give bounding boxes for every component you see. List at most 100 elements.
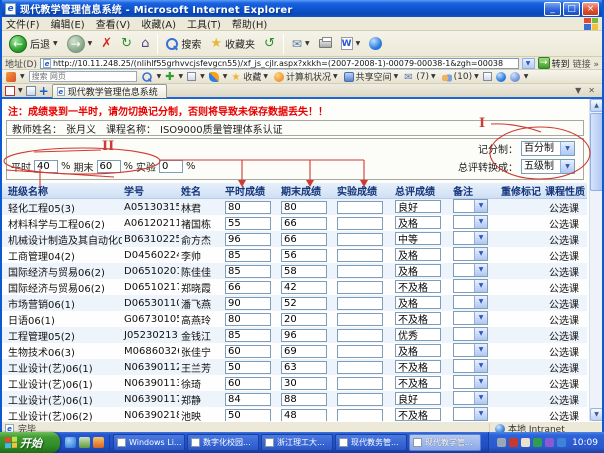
remark-select[interactable]: ▼: [453, 311, 488, 325]
exp-score-input[interactable]: [337, 329, 383, 342]
close-button[interactable]: ×: [582, 2, 599, 16]
final-score-input[interactable]: [281, 297, 327, 310]
back-button[interactable]: ← 后退 ▼: [6, 34, 61, 54]
overall-score-input[interactable]: [395, 312, 441, 325]
remark-select[interactable]: ▼: [453, 247, 488, 261]
overall-score-input[interactable]: [395, 216, 441, 229]
minimize-button[interactable]: _: [544, 2, 561, 16]
forward-button[interactable]: → ▼: [64, 34, 96, 54]
ie-icon[interactable]: [65, 437, 76, 448]
remark-select[interactable]: ▼: [453, 407, 488, 421]
usual-score-input[interactable]: [225, 217, 271, 230]
overall-score-input[interactable]: [395, 408, 441, 421]
overall-score-input[interactable]: [395, 248, 441, 261]
taskbar-task-button[interactable]: Windows Li...: [113, 434, 185, 451]
exp-score-input[interactable]: [337, 297, 383, 310]
overall-score-input[interactable]: [395, 392, 441, 405]
print-button[interactable]: [316, 38, 335, 49]
weight-input[interactable]: [159, 160, 183, 173]
home-button[interactable]: ⌂: [138, 35, 152, 52]
final-score-input[interactable]: [281, 233, 327, 246]
start-button[interactable]: 开始: [0, 432, 60, 453]
final-score-input[interactable]: [281, 345, 327, 358]
new-tab-button[interactable]: +: [39, 86, 49, 96]
exp-score-input[interactable]: [337, 361, 383, 374]
exp-score-input[interactable]: [337, 201, 383, 214]
weight-input[interactable]: [97, 160, 121, 173]
exp-score-input[interactable]: [337, 313, 383, 326]
remark-select[interactable]: ▼: [453, 359, 488, 373]
usual-score-input[interactable]: [225, 265, 271, 278]
vertical-scrollbar[interactable]: ▲ ▼: [589, 99, 602, 421]
favorites-button[interactable]: ★ 收藏夹: [207, 35, 258, 52]
tab-list-icon[interactable]: [26, 86, 36, 96]
quick-tabs-icon[interactable]: [5, 86, 15, 96]
close-tab-icon[interactable]: ✕: [588, 86, 595, 95]
live-toolbar-item[interactable]: (7) ▼: [404, 72, 435, 82]
volume-icon[interactable]: [521, 438, 530, 447]
form-fill-icon[interactable]: [187, 72, 196, 81]
refresh-button[interactable]: ↻: [118, 35, 135, 52]
exp-score-input[interactable]: [337, 345, 383, 358]
scroll-up-icon[interactable]: ▲: [590, 99, 602, 112]
final-score-input[interactable]: [281, 377, 327, 390]
antivirus-icon[interactable]: [533, 438, 542, 447]
final-score-input[interactable]: [281, 281, 327, 294]
menu-item[interactable]: 编辑(E): [51, 16, 85, 31]
usual-score-input[interactable]: [225, 313, 271, 326]
final-score-input[interactable]: [281, 217, 327, 230]
msn-butterfly-icon[interactable]: [209, 72, 219, 82]
convert-select[interactable]: 五级制 ▼: [521, 159, 575, 174]
live-toolbar-item[interactable]: 共享空间 ▼: [344, 70, 399, 83]
remark-select[interactable]: ▼: [453, 279, 488, 293]
menu-item[interactable]: 收藏(A): [141, 16, 176, 31]
exp-score-input[interactable]: [337, 393, 383, 406]
final-score-input[interactable]: [281, 313, 327, 326]
tab-active[interactable]: e 现代教学管理信息系统: [52, 84, 167, 98]
overall-score-input[interactable]: [395, 296, 441, 309]
taskbar-task-button[interactable]: 浙江理工大...: [261, 434, 333, 451]
final-score-input[interactable]: [281, 201, 327, 214]
live-toolbar-item[interactable]: 收藏 ▼: [231, 70, 268, 83]
weight-input[interactable]: [34, 160, 58, 173]
stop-button[interactable]: ✗: [98, 35, 115, 52]
final-score-input[interactable]: [281, 361, 327, 374]
toolbar-search-icon[interactable]: [142, 72, 152, 82]
overall-score-input[interactable]: [395, 200, 441, 213]
usual-score-input[interactable]: [225, 281, 271, 294]
help-icon[interactable]: [510, 72, 520, 82]
remark-select[interactable]: ▼: [453, 231, 488, 245]
messenger-button[interactable]: [366, 36, 385, 51]
remark-select[interactable]: ▼: [453, 343, 488, 357]
usual-score-input[interactable]: [225, 409, 271, 422]
exp-score-input[interactable]: [337, 281, 383, 294]
live-toolbar-item[interactable]: 计算机状况 ▼: [274, 70, 338, 83]
go-button[interactable]: → 转到: [538, 57, 570, 70]
grading-select[interactable]: 百分制 ▼: [521, 141, 575, 156]
feeds-icon[interactable]: [483, 72, 492, 81]
taskbar-task-button[interactable]: 数字化校园...: [187, 434, 259, 451]
toolbar-search-input[interactable]: [29, 71, 137, 82]
remark-select[interactable]: ▼: [453, 263, 488, 277]
live-toolbar-item[interactable]: (10) ▼: [442, 72, 479, 82]
menu-item[interactable]: 查看(V): [96, 16, 131, 31]
links-label[interactable]: 链接 »: [573, 57, 599, 70]
remark-select[interactable]: ▼: [453, 375, 488, 389]
mail-button[interactable]: ✉ ▼: [289, 36, 313, 52]
overall-score-input[interactable]: [395, 328, 441, 341]
exp-score-input[interactable]: [337, 233, 383, 246]
remark-select[interactable]: ▼: [453, 215, 488, 229]
scroll-down-icon[interactable]: ▼: [590, 408, 602, 421]
usual-score-input[interactable]: [225, 201, 271, 214]
usual-score-input[interactable]: [225, 377, 271, 390]
network-icon[interactable]: [497, 438, 506, 447]
address-dropdown-button[interactable]: ▼: [522, 58, 535, 69]
chevron-down-icon[interactable]: ▼: [575, 86, 581, 95]
usual-score-input[interactable]: [225, 345, 271, 358]
menu-item[interactable]: 帮助(H): [232, 16, 267, 31]
exp-score-input[interactable]: [337, 265, 383, 278]
final-score-input[interactable]: [281, 249, 327, 262]
remark-select[interactable]: ▼: [453, 199, 488, 213]
usual-score-input[interactable]: [225, 361, 271, 374]
menu-item[interactable]: 工具(T): [187, 16, 221, 31]
